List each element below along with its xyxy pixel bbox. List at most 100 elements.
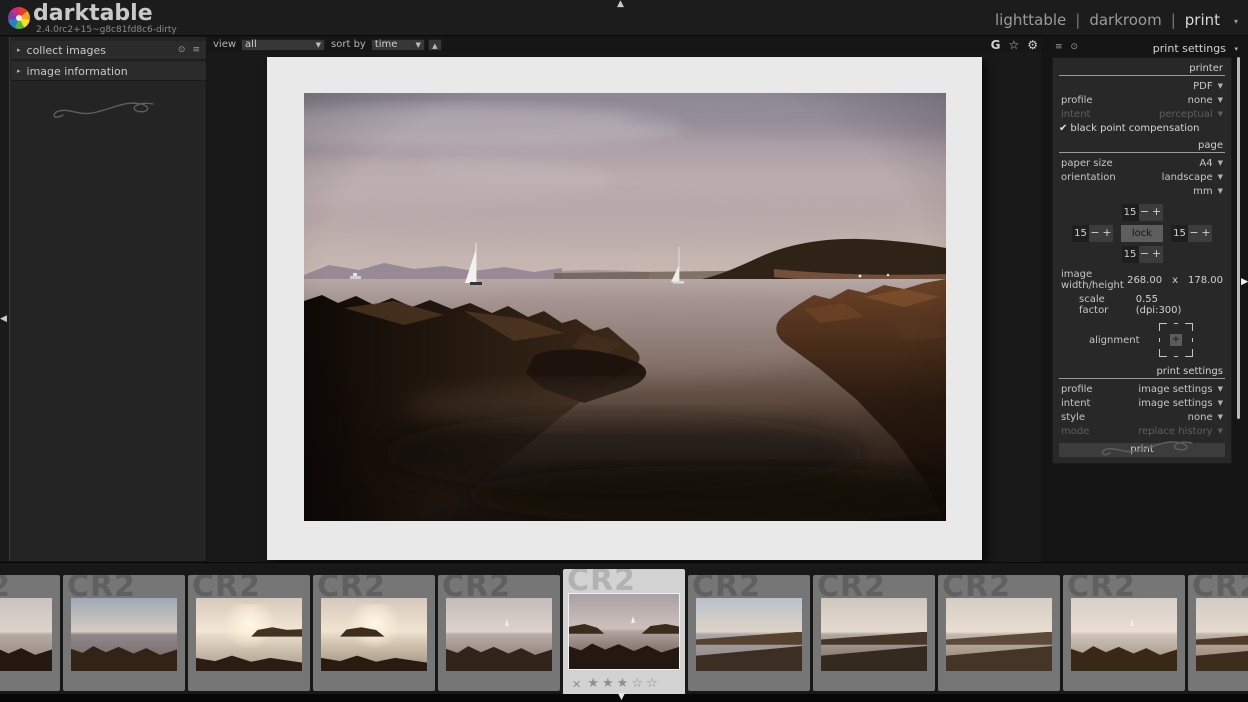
alignment-right-button[interactable]	[1183, 334, 1195, 346]
orientation-row[interactable]: orientation landscape▼	[1053, 170, 1231, 184]
collapse-left-panel-icon[interactable]: ◀	[0, 315, 7, 324]
thumbnail-image[interactable]	[569, 594, 679, 669]
collapse-bottom-panel-icon[interactable]: ▼	[618, 693, 625, 702]
grouping-icon[interactable]: G	[991, 39, 1001, 51]
minus-icon[interactable]: −	[1089, 225, 1101, 242]
view-lighttable[interactable]: lighttable	[995, 11, 1066, 29]
collapse-top-panel-icon[interactable]: ▲	[617, 0, 624, 9]
star-rating[interactable]: ★★★☆☆	[587, 676, 660, 691]
filmstrip-thumbnail[interactable]: CR2	[1188, 575, 1248, 691]
expand-icon[interactable]: ▸	[17, 46, 21, 54]
reset-icon[interactable]: ⊙	[178, 45, 186, 55]
view-darkroom[interactable]: darkroom	[1089, 11, 1161, 29]
star-filled-icon[interactable]: ★	[587, 676, 602, 691]
margin-top-stepper[interactable]: 15 − +	[1122, 204, 1163, 221]
thumbnail-image[interactable]	[71, 598, 177, 671]
star-empty-icon[interactable]: ☆	[646, 676, 661, 691]
orientation-value[interactable]: landscape	[1162, 172, 1213, 183]
style-row[interactable]: style none▼	[1053, 410, 1231, 424]
alignment-left-button[interactable]	[1157, 334, 1169, 346]
filmstrip-thumbnail[interactable]: CR2	[938, 575, 1060, 691]
view-filter-dropdown[interactable]: all ▼	[241, 39, 325, 51]
printer-device-value[interactable]: PDF	[1193, 81, 1212, 92]
profile-value[interactable]: none	[1188, 95, 1213, 106]
collapse-right-panel-icon[interactable]: ▶	[1241, 278, 1248, 287]
plus-icon[interactable]: +	[1101, 225, 1113, 242]
filmstrip-thumbnail[interactable]: CR2	[438, 575, 560, 691]
output-intent-row[interactable]: intent image settings▼	[1053, 396, 1231, 410]
output-profile-row[interactable]: profile image settings▼	[1053, 382, 1231, 396]
thumbnail-image[interactable]	[321, 598, 427, 671]
units-value[interactable]: mm	[1193, 186, 1212, 197]
filmstrip-thumbnail[interactable]: CR2	[1063, 575, 1185, 691]
filmstrip-thumbnail[interactable]: CR2	[813, 575, 935, 691]
alignment-top-button[interactable]	[1170, 321, 1182, 333]
filmstrip-thumbnail[interactable]: CR2	[688, 575, 810, 691]
margin-right-stepper[interactable]: 15 − +	[1171, 225, 1212, 242]
thumbnail-image[interactable]	[1071, 598, 1177, 671]
sort-dropdown[interactable]: time ▼	[371, 39, 425, 51]
view-switcher-caret-icon[interactable]: ▾	[1234, 17, 1238, 26]
margin-top-value[interactable]: 15	[1122, 204, 1139, 221]
thumbnail-image[interactable]	[946, 598, 1052, 671]
minus-icon[interactable]: −	[1139, 204, 1151, 221]
style-value[interactable]: none	[1188, 412, 1213, 423]
thumbnail-image[interactable]	[196, 598, 302, 671]
filmstrip-thumbnail[interactable]: CR2	[0, 575, 60, 691]
reject-icon[interactable]: ✕	[572, 678, 581, 691]
thumbnail-image[interactable]	[0, 598, 52, 671]
intent-value[interactable]: image settings	[1138, 398, 1212, 409]
star-filled-icon[interactable]: ★	[617, 676, 632, 691]
alignment-bottom-left-button[interactable]	[1157, 347, 1169, 359]
gear-icon[interactable]: ⚙	[1027, 39, 1038, 51]
thumbnail-image[interactable]	[446, 598, 552, 671]
sort-direction-button[interactable]: ▲	[428, 39, 442, 51]
panel-scrollbar[interactable]	[1237, 57, 1240, 419]
star-overlay-icon[interactable]: ☆	[1008, 39, 1019, 51]
decorative-flourish	[1098, 435, 1208, 461]
thumbnail-image[interactable]	[696, 598, 802, 671]
view-print[interactable]: print	[1185, 11, 1220, 29]
presets-icon[interactable]: ≡	[1055, 42, 1063, 52]
alignment-top-right-button[interactable]	[1183, 321, 1195, 333]
star-empty-icon[interactable]: ☆	[631, 676, 646, 691]
module-collect-images[interactable]: ▸ collect images ⊙ ≡	[11, 41, 206, 60]
margins-lock-button[interactable]: lock	[1121, 225, 1163, 242]
module-image-information[interactable]: ▸ image information	[11, 62, 206, 81]
alignment-bottom-right-button[interactable]	[1183, 347, 1195, 359]
panel-title[interactable]: print settings	[1153, 42, 1226, 55]
margin-left-stepper[interactable]: 15 − +	[1072, 225, 1113, 242]
expand-icon[interactable]: ▸	[17, 67, 21, 75]
filmstrip-thumbnail[interactable]: CR2	[188, 575, 310, 691]
printer-device-row[interactable]: PDF▼	[1053, 79, 1231, 93]
minus-icon[interactable]: −	[1188, 225, 1200, 242]
printer-intent-row: intent perceptual▼	[1053, 107, 1231, 121]
chevron-down-icon[interactable]: ▾	[1234, 45, 1238, 53]
black-point-compensation-checkbox[interactable]: ✔ black point compensation	[1053, 121, 1231, 135]
star-filled-icon[interactable]: ★	[602, 676, 617, 691]
paper-size-value[interactable]: A4	[1199, 158, 1212, 169]
plus-icon[interactable]: +	[1151, 204, 1163, 221]
alignment-bottom-button[interactable]	[1170, 347, 1182, 359]
margin-bottom-value[interactable]: 15	[1122, 246, 1139, 263]
margin-left-value[interactable]: 15	[1072, 225, 1089, 242]
thumbnail-image[interactable]	[1196, 598, 1248, 671]
paper-size-row[interactable]: paper size A4▼	[1053, 156, 1231, 170]
plus-icon[interactable]: +	[1200, 225, 1212, 242]
profile-value[interactable]: image settings	[1138, 384, 1212, 395]
sun-glare	[223, 604, 276, 648]
filmstrip-thumbnail[interactable]: CR2	[313, 575, 435, 691]
alignment-center-button[interactable]: +	[1170, 334, 1182, 346]
filmstrip-thumbnail[interactable]: CR2	[63, 575, 185, 691]
minus-icon[interactable]: −	[1139, 246, 1151, 263]
alignment-top-left-button[interactable]	[1157, 321, 1169, 333]
units-row[interactable]: mm▼	[1053, 184, 1231, 198]
plus-icon[interactable]: +	[1151, 246, 1163, 263]
margin-bottom-stepper[interactable]: 15 − +	[1122, 246, 1163, 263]
printer-profile-row[interactable]: profile none▼	[1053, 93, 1231, 107]
thumbnail-image[interactable]	[821, 598, 927, 671]
presets-icon[interactable]: ≡	[192, 45, 200, 55]
margin-right-value[interactable]: 15	[1171, 225, 1188, 242]
filmstrip-thumbnail[interactable]: CR2✕★★★☆☆	[563, 569, 685, 694]
reset-icon[interactable]: ⊙	[1071, 42, 1079, 52]
